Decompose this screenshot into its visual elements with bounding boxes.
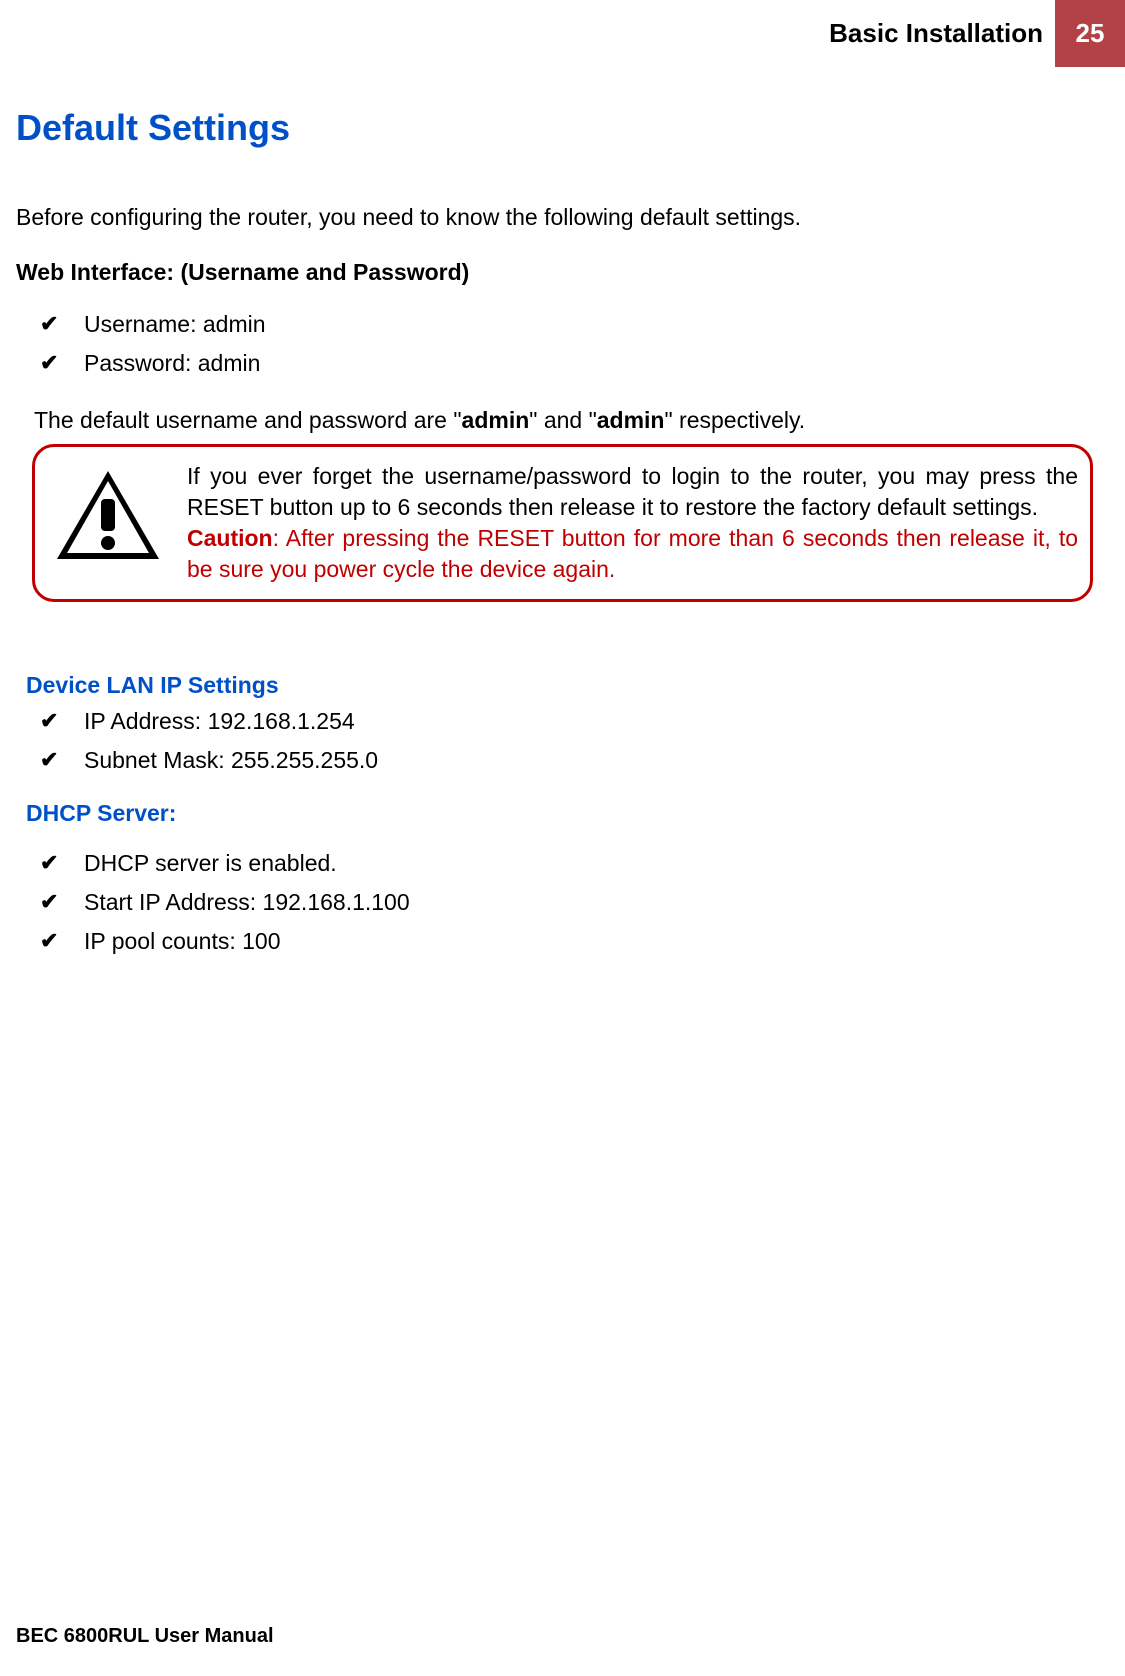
note-text: " respectively. <box>664 407 805 433</box>
note-bold: admin <box>597 407 665 433</box>
page-number: 25 <box>1055 0 1125 67</box>
web-interface-heading: Web Interface: (Username and Password) <box>16 259 1109 286</box>
web-interface-list: Username: admin Password: admin <box>16 308 1109 381</box>
caution-line2: : After pressing the RESET button for mo… <box>187 525 1078 582</box>
warning-icon <box>53 461 163 572</box>
lan-list: IP Address: 192.168.1.254 Subnet Mask: 2… <box>16 705 1109 778</box>
list-item: Username: admin <box>84 308 1109 341</box>
intro-text: Before configuring the router, you need … <box>16 204 1109 231</box>
note-text: " and " <box>529 407 596 433</box>
caution-line1: If you ever forget the username/password… <box>187 463 1078 520</box>
dhcp-list: DHCP server is enabled. Start IP Address… <box>16 847 1109 959</box>
list-item: Start IP Address: 192.168.1.100 <box>84 886 1109 919</box>
section-title: Default Settings <box>16 107 1109 149</box>
list-item: Subnet Mask: 255.255.255.0 <box>84 744 1109 777</box>
header-title: Basic Installation <box>817 0 1055 67</box>
note-text: The default username and password are " <box>34 407 462 433</box>
content-area: Default Settings Before configuring the … <box>0 107 1125 959</box>
footer-text: BEC 6800RUL User Manual <box>16 1625 274 1648</box>
lan-heading: Device LAN IP Settings <box>26 672 1109 699</box>
list-item: DHCP server is enabled. <box>84 847 1109 880</box>
list-item: Password: admin <box>84 347 1109 380</box>
dhcp-heading: DHCP Server: <box>26 800 1109 827</box>
list-item: IP pool counts: 100 <box>84 925 1109 958</box>
default-note: The default username and password are "a… <box>16 407 1109 434</box>
caution-box: If you ever forget the username/password… <box>32 444 1093 602</box>
note-bold: admin <box>462 407 530 433</box>
list-item: IP Address: 192.168.1.254 <box>84 705 1109 738</box>
caution-label: Caution <box>187 525 273 551</box>
caution-text: If you ever forget the username/password… <box>187 461 1078 585</box>
page-header: Basic Installation 25 <box>0 0 1125 67</box>
